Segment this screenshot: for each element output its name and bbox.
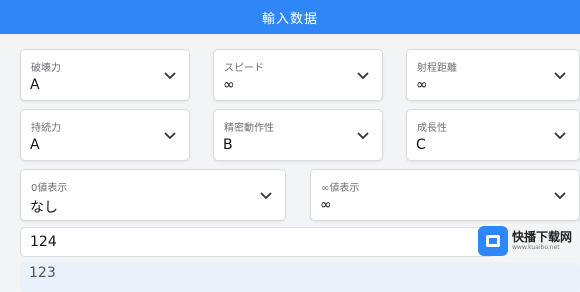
select-label: スピード — [224, 63, 264, 74]
select-value: A — [30, 137, 40, 153]
select-power[interactable]: 破壊力 A — [20, 49, 190, 101]
page-title: 輸入数据 — [261, 11, 318, 27]
watermark-name: 快播下载网 — [512, 229, 573, 244]
secondary-input[interactable]: 123 — [20, 262, 580, 292]
select-value: B — [223, 137, 233, 153]
chevron-down-icon — [554, 192, 566, 200]
select-infinity-display[interactable]: ∞値表示 ∞ — [310, 169, 580, 221]
watermark: 快播下载网 www.kuaibo.net — [478, 223, 580, 259]
select-value: ∞ — [416, 77, 428, 93]
watermark-url: www.kuaibo.net — [512, 244, 560, 252]
select-value: ∞ — [320, 197, 332, 213]
box-logo-icon — [478, 226, 508, 256]
select-label: 精密動作性 — [224, 123, 274, 134]
input-value: 124 — [30, 234, 57, 250]
chevron-down-icon — [164, 72, 176, 80]
number-input[interactable]: 124 — [20, 227, 494, 257]
select-value: C — [416, 137, 426, 153]
select-growth[interactable]: 成長性 C — [406, 109, 580, 161]
select-label: 0値表示 — [31, 183, 68, 194]
chevron-down-icon — [554, 72, 566, 80]
select-label: 破壊力 — [31, 63, 61, 74]
chevron-down-icon — [357, 132, 369, 140]
select-value: A — [30, 77, 40, 93]
chevron-down-icon — [554, 132, 566, 140]
select-label: 持続力 — [31, 123, 61, 134]
select-zero-display[interactable]: 0値表示 なし — [20, 169, 286, 221]
input-value: 123 — [29, 265, 56, 281]
chevron-down-icon — [260, 192, 272, 200]
select-label: 成長性 — [417, 123, 447, 134]
select-speed[interactable]: スピード ∞ — [213, 49, 383, 101]
select-persistence[interactable]: 持続力 A — [20, 109, 190, 161]
header-bar: 輸入数据 — [0, 0, 580, 34]
chevron-down-icon — [164, 132, 176, 140]
select-precision[interactable]: 精密動作性 B — [213, 109, 383, 161]
chevron-down-icon — [357, 72, 369, 80]
select-label: 射程距離 — [417, 63, 457, 74]
select-value: なし — [30, 200, 58, 216]
select-label: ∞値表示 — [321, 183, 360, 194]
select-value: ∞ — [223, 77, 235, 93]
select-range[interactable]: 射程距離 ∞ — [406, 49, 580, 101]
